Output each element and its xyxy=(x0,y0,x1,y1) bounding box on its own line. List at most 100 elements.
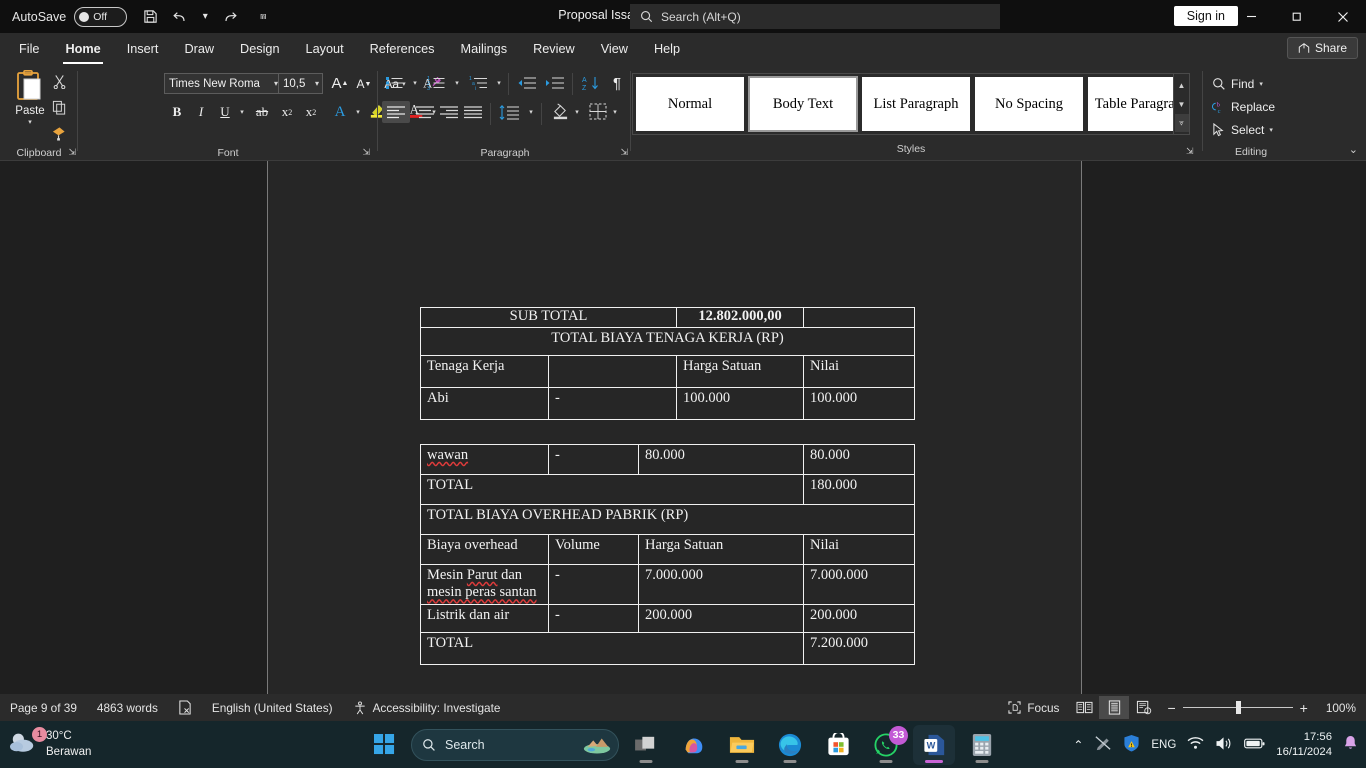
edge-button[interactable] xyxy=(769,725,811,765)
superscript-button[interactable]: x2 xyxy=(300,101,322,123)
minimize-button[interactable] xyxy=(1228,0,1274,33)
decrease-indent-icon[interactable] xyxy=(514,72,540,94)
text-effects-icon[interactable]: A xyxy=(328,101,352,123)
volume-icon[interactable] xyxy=(1215,736,1233,754)
zoom-in-button[interactable]: + xyxy=(1300,700,1308,716)
wifi-icon[interactable] xyxy=(1187,736,1204,753)
read-mode-button[interactable] xyxy=(1069,696,1099,719)
select-caret-icon[interactable]: ▾ xyxy=(1269,126,1273,134)
collapse-ribbon-icon[interactable]: ⌄ xyxy=(1349,143,1358,156)
borders-caret-icon[interactable]: ▾ xyxy=(608,101,622,123)
styles-more-icon[interactable]: ⩔ xyxy=(1174,114,1189,132)
language-indicator[interactable]: ENG xyxy=(1151,739,1176,751)
font-size-combobox[interactable]: 10,5 ▾ xyxy=(278,73,323,94)
font-name-combobox[interactable]: Times New Roma ▾ xyxy=(164,73,282,94)
taskbar-search[interactable]: Search xyxy=(411,728,619,761)
battery-icon[interactable] xyxy=(1244,737,1265,753)
autosave-control[interactable]: AutoSave Off xyxy=(12,6,128,27)
select-button[interactable]: Select ▾ xyxy=(1212,123,1273,137)
style-table-paragraph[interactable]: Table Paragraph xyxy=(1088,77,1173,131)
document-canvas[interactable]: SUB TOTAL 12.802.000,00 TOTAL BIAYA TENA… xyxy=(0,161,1366,694)
replace-button[interactable]: bc Replace xyxy=(1212,100,1275,114)
clipboard-dialog-launcher[interactable]: ⇲ xyxy=(68,147,76,158)
numbered-list-caret-icon[interactable]: ▾ xyxy=(450,72,464,94)
styles-gallery[interactable]: Normal Body Text List Paragraph No Spaci… xyxy=(632,73,1174,135)
shading-caret-icon[interactable]: ▾ xyxy=(570,101,584,123)
chevron-down-icon[interactable]: ▾ xyxy=(315,79,322,88)
style-normal[interactable]: Normal xyxy=(636,77,744,131)
page-info[interactable]: Page 9 of 39 xyxy=(0,694,87,721)
paste-caret-icon[interactable]: ▾ xyxy=(28,118,32,126)
table-overhead-pabrik[interactable]: wawan - 80.000 80.000 TOTAL 180.000 TOTA… xyxy=(420,444,915,665)
tab-insert[interactable]: Insert xyxy=(115,37,171,61)
tab-review[interactable]: Review xyxy=(521,37,587,61)
zoom-level[interactable]: 100% xyxy=(1316,694,1366,721)
show-hidden-icons-icon[interactable]: ⌃ xyxy=(1073,738,1083,752)
word-button[interactable]: W xyxy=(913,724,955,765)
increase-font-size-icon[interactable]: A ▲ xyxy=(328,72,352,94)
clock[interactable]: 17:56 16/11/2024 xyxy=(1276,730,1332,759)
table-row[interactable]: TOTAL 180.000 xyxy=(420,474,915,505)
redo-icon[interactable] xyxy=(215,3,245,31)
align-center-button[interactable] xyxy=(412,101,438,123)
table-row[interactable]: TOTAL 7.200.000 xyxy=(420,631,915,665)
borders-icon[interactable] xyxy=(586,100,610,122)
security-warning-icon[interactable] xyxy=(1123,734,1140,755)
line-spacing-caret-icon[interactable]: ▾ xyxy=(524,101,538,123)
styles-dialog-launcher[interactable]: ⇲ xyxy=(1186,146,1194,157)
web-layout-button[interactable] xyxy=(1129,696,1159,719)
accessibility-status[interactable]: Accessibility: Investigate xyxy=(343,694,511,721)
calculator-button[interactable] xyxy=(961,725,1003,765)
start-button[interactable] xyxy=(363,725,405,765)
copy-icon[interactable] xyxy=(48,97,70,117)
subscript-button[interactable]: x2 xyxy=(276,101,298,123)
copilot-button[interactable] xyxy=(673,725,715,765)
word-count[interactable]: 4863 words xyxy=(87,694,168,721)
table-row[interactable]: Listrik dan air - 200.000 200.000 xyxy=(420,603,915,633)
tab-home[interactable]: Home xyxy=(53,37,112,64)
bullet-list-icon[interactable] xyxy=(382,72,408,94)
font-dialog-launcher[interactable]: ⇲ xyxy=(362,147,370,158)
table-row[interactable]: Mesin Parut dan mesin peras santan - 7.0… xyxy=(420,564,915,605)
bold-button[interactable]: B xyxy=(166,101,188,123)
notification-bell-icon[interactable] xyxy=(1343,735,1358,754)
table-header-row[interactable]: Biaya overhead Volume Harga Satuan Nilai xyxy=(420,534,915,565)
underline-button[interactable]: U xyxy=(214,101,236,123)
save-icon[interactable] xyxy=(135,3,165,31)
table-row[interactable]: TOTAL BIAYA OVERHEAD PABRIK (RP) xyxy=(420,504,915,535)
style-list-paragraph[interactable]: List Paragraph xyxy=(862,77,970,131)
weather-widget[interactable]: 1 30°C Berawan xyxy=(8,727,91,760)
undo-icon[interactable] xyxy=(165,3,195,31)
decrease-font-size-icon[interactable]: A ▼ xyxy=(352,73,376,95)
paste-button[interactable]: Paste ▾ xyxy=(8,70,52,126)
underline-caret-icon[interactable]: ▾ xyxy=(234,101,250,123)
tab-references[interactable]: References xyxy=(358,37,447,61)
show-formatting-marks-icon[interactable]: ¶ xyxy=(606,72,628,94)
customize-quick-access-icon[interactable]: ⩎ xyxy=(253,3,273,31)
zoom-thumb[interactable] xyxy=(1235,701,1241,714)
microsoft-store-button[interactable] xyxy=(817,725,859,765)
sort-icon[interactable]: AZ xyxy=(578,72,604,94)
align-right-button[interactable] xyxy=(436,101,462,123)
print-layout-button[interactable] xyxy=(1099,696,1130,719)
justify-button[interactable] xyxy=(460,101,486,123)
restore-button[interactable] xyxy=(1274,0,1320,33)
numbered-list-icon[interactable]: 123 xyxy=(424,72,450,94)
line-spacing-icon[interactable] xyxy=(496,101,524,123)
align-left-button[interactable] xyxy=(382,101,410,123)
bullet-list-caret-icon[interactable]: ▾ xyxy=(408,72,422,94)
styles-scroll-up-icon[interactable]: ▲ xyxy=(1175,76,1189,94)
style-body-text[interactable]: Body Text xyxy=(748,76,858,132)
format-painter-icon[interactable] xyxy=(48,123,70,143)
strikethrough-button[interactable]: ab xyxy=(250,101,274,123)
table-row[interactable]: TOTAL BIAYA TENAGA KERJA (RP) xyxy=(419,327,916,356)
pen-off-icon[interactable] xyxy=(1094,735,1112,754)
tab-design[interactable]: Design xyxy=(228,37,292,61)
increase-indent-icon[interactable] xyxy=(542,72,568,94)
autosave-toggle[interactable]: Off xyxy=(74,6,128,27)
multilevel-list-icon[interactable]: 1ai xyxy=(466,72,492,94)
focus-mode-button[interactable]: Focus xyxy=(998,694,1069,721)
table-row[interactable]: Abi - 100.000 100.000 xyxy=(420,387,916,420)
tab-mailings[interactable]: Mailings xyxy=(449,37,520,61)
table-row[interactable]: SUB TOTAL 12.802.000,00 xyxy=(419,307,916,328)
